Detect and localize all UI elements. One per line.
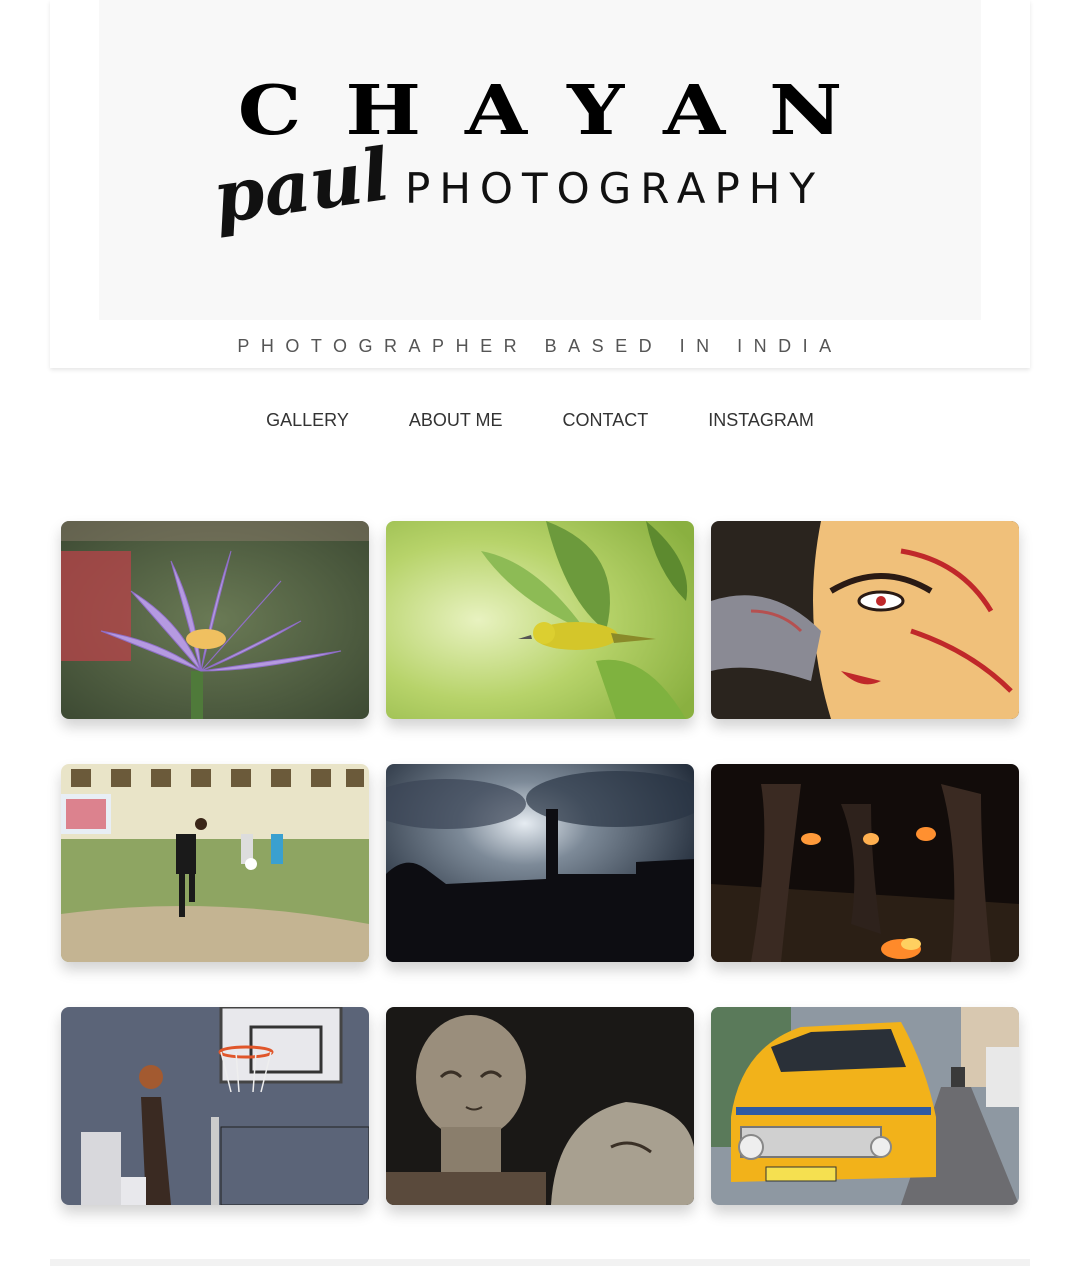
- photo-gallery: [61, 521, 1019, 1205]
- logo-subtitle: PHOTOGRAPHY: [405, 164, 825, 213]
- nav-instagram[interactable]: INSTAGRAM: [708, 410, 814, 431]
- tagline: PHOTOGRAPHER BASED IN INDIA: [237, 336, 843, 356]
- page: CHAYAN paul PHOTOGRAPHY PHOTOGRAPHER BAS…: [0, 0, 1080, 1266]
- gallery-photo-lotus[interactable]: [61, 521, 369, 719]
- gallery-photo-clay-heads[interactable]: [386, 1007, 694, 1205]
- gallery-photo-basketball[interactable]: [61, 1007, 369, 1205]
- nav-gallery[interactable]: GALLERY: [266, 410, 349, 431]
- gallery-photo-fire-dance[interactable]: [711, 764, 1019, 962]
- site-logo[interactable]: CHAYAN paul PHOTOGRAPHY: [99, 0, 981, 320]
- gallery-photo-bird[interactable]: [386, 521, 694, 719]
- logo-word: CHAYAN: [237, 70, 887, 150]
- nav-contact[interactable]: CONTACT: [563, 410, 649, 431]
- gallery-photo-taxi[interactable]: [711, 1007, 1019, 1205]
- gallery-photo-sky[interactable]: [386, 764, 694, 962]
- nav-about-me[interactable]: ABOUT ME: [409, 410, 503, 431]
- logo-script: paul: [207, 131, 395, 240]
- main-nav: GALLERY ABOUT ME CONTACT INSTAGRAM: [0, 410, 1080, 431]
- footer-divider: [50, 1259, 1030, 1266]
- gallery-photo-idol-painting[interactable]: [711, 521, 1019, 719]
- gallery-photo-football[interactable]: [61, 764, 369, 962]
